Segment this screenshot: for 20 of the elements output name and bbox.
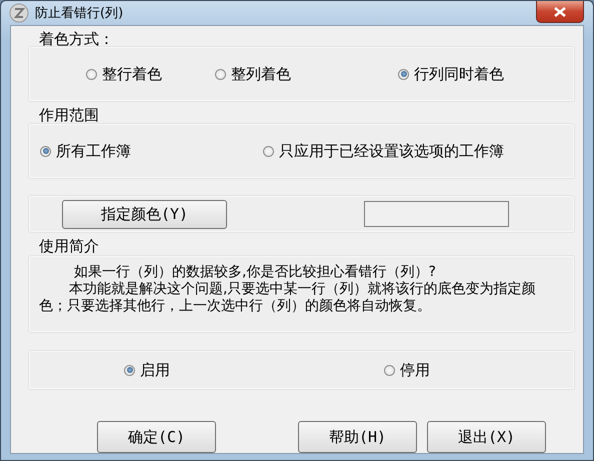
- close-icon: [554, 6, 566, 16]
- radio-option[interactable]: 只应用于已经设置该选项的工作簿: [263, 142, 504, 160]
- radio-option[interactable]: 行列同时着色: [398, 64, 504, 84]
- radio-option[interactable]: 停用: [384, 360, 430, 380]
- close-button[interactable]: [536, 1, 584, 23]
- dialog-button[interactable]: 退出(X): [427, 421, 546, 453]
- window-title: 防止看错行(列): [35, 5, 124, 22]
- description-text: 本功能就是解决这个问题,只要选中某一行（列）就将该行的底色变为指定颜色；只要选择其他行，上一次选中行（列）的颜色将自动恢复。: [39, 281, 536, 315]
- radio-option[interactable]: 所有工作簿: [40, 142, 131, 160]
- group-label: 着色方式：: [39, 30, 115, 48]
- group-label: 作用范围: [39, 106, 100, 124]
- dialog-button[interactable]: 确定(C): [97, 421, 216, 453]
- radio-option[interactable]: 整列着色: [215, 64, 291, 84]
- group-label: 使用简介: [39, 237, 100, 255]
- choose-color-button[interactable]: 指定颜色(Y): [62, 200, 227, 228]
- app-icon: [9, 3, 29, 23]
- description-text: 如果一行（列）的数据较多,你是否比较担心看错行（列）?: [73, 263, 437, 281]
- radio-option[interactable]: 启用: [124, 360, 170, 380]
- radio-option[interactable]: 整行着色: [86, 64, 162, 84]
- dialog-button[interactable]: 帮助(H): [298, 421, 417, 453]
